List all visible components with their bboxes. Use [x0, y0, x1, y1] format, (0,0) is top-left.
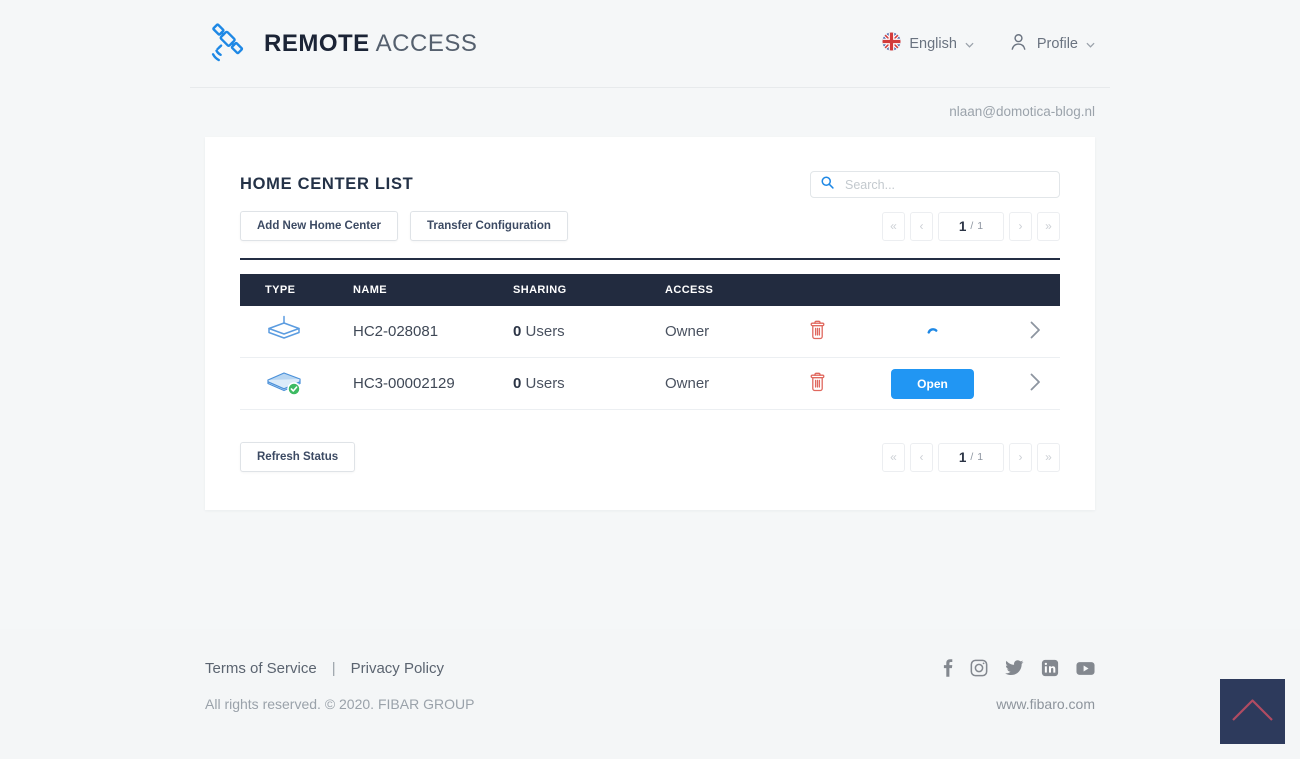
- privacy-policy-link[interactable]: Privacy Policy: [351, 660, 444, 677]
- search-input[interactable]: [843, 177, 1050, 193]
- access-role: Owner: [665, 375, 780, 392]
- device-name: HC3-00002129: [353, 375, 513, 392]
- pagination-current: 1 / 1: [938, 212, 1004, 241]
- trash-icon: [809, 372, 826, 395]
- logo-text-remote: REMOTE: [264, 30, 370, 57]
- chevron-right-icon: [1030, 373, 1041, 394]
- language-label: English: [909, 36, 957, 52]
- chevron-down-icon: [965, 36, 974, 52]
- pagination-current-page: 1: [959, 450, 967, 465]
- instagram-icon[interactable]: [970, 659, 988, 677]
- pagination-first-button[interactable]: «: [882, 212, 905, 241]
- terms-of-service-link[interactable]: Terms of Service: [205, 660, 317, 677]
- pagination-first-button[interactable]: «: [882, 443, 905, 472]
- open-button[interactable]: Open: [891, 369, 974, 399]
- remote-access-logo: REMOTEACCESS: [205, 18, 477, 69]
- logo-wordmark: REMOTEACCESS: [264, 30, 477, 58]
- pagination-total-pages: 1: [977, 451, 983, 463]
- footer-link-divider: |: [332, 660, 336, 677]
- fibaro-logo: [1220, 679, 1285, 744]
- sharing-label: Users: [526, 375, 565, 392]
- hc2-device-icon: [265, 315, 303, 349]
- row-details-button[interactable]: [1030, 373, 1041, 394]
- device-name: HC2-028081: [353, 323, 513, 340]
- pagination-bottom: « ‹ 1 / 1 › »: [882, 443, 1060, 472]
- sharing-count: 0: [513, 375, 521, 392]
- uk-flag-icon: [882, 32, 901, 55]
- pagination-prev-button[interactable]: ‹: [910, 443, 933, 472]
- table-row: HC2-028081 0 Users Owner: [240, 306, 1060, 358]
- table-header-row: TYPE NAME SHARING ACCESS: [240, 274, 1060, 306]
- facebook-icon[interactable]: [943, 659, 953, 677]
- satellite-icon: [205, 18, 251, 69]
- hc3-device-icon: [265, 367, 303, 401]
- add-home-center-button[interactable]: Add New Home Center: [240, 211, 398, 241]
- access-role: Owner: [665, 323, 780, 340]
- transfer-configuration-button[interactable]: Transfer Configuration: [410, 211, 568, 241]
- pagination-current-page: 1: [959, 219, 967, 234]
- trash-icon: [809, 320, 826, 343]
- profile-menu[interactable]: Profile: [1008, 31, 1095, 56]
- pagination-current: 1 / 1: [938, 443, 1004, 472]
- pagination-last-button[interactable]: »: [1037, 212, 1060, 241]
- delete-button[interactable]: [809, 372, 826, 395]
- column-header-type: TYPE: [240, 284, 353, 296]
- logo-text-access: ACCESS: [376, 30, 478, 57]
- home-center-table: TYPE NAME SHARING ACCESS HC2-028081 0: [240, 274, 1060, 410]
- twitter-icon[interactable]: [1005, 660, 1024, 676]
- chevron-down-icon: [1086, 36, 1095, 52]
- page-footer: Terms of Service | Privacy Policy: [0, 629, 1300, 759]
- pagination-last-button[interactable]: »: [1037, 443, 1060, 472]
- search-box[interactable]: [810, 171, 1060, 198]
- table-row: HC3-00002129 0 Users Owner: [240, 358, 1060, 410]
- search-icon: [820, 175, 835, 195]
- pagination-top: « ‹ 1 / 1 › »: [882, 212, 1060, 241]
- page-title: HOME CENTER LIST: [240, 175, 413, 194]
- youtube-icon[interactable]: [1076, 661, 1095, 676]
- fibaro-roof-icon: [1220, 677, 1285, 747]
- column-header-name: NAME: [353, 284, 513, 296]
- divider: [240, 258, 1060, 260]
- loading-spinner-icon: [925, 323, 940, 340]
- delete-button[interactable]: [809, 320, 826, 343]
- language-selector[interactable]: English: [882, 32, 974, 55]
- user-email: nlaan@domotica-blog.nl: [190, 88, 1110, 137]
- pagination-prev-button[interactable]: ‹: [910, 212, 933, 241]
- chevron-right-icon: [1030, 321, 1041, 342]
- pagination-next-button[interactable]: ›: [1009, 443, 1032, 472]
- sharing-count: 0: [513, 323, 521, 340]
- sharing-label: Users: [526, 323, 565, 340]
- column-header-access: ACCESS: [665, 284, 780, 296]
- profile-label: Profile: [1037, 36, 1078, 52]
- pagination-next-button[interactable]: ›: [1009, 212, 1032, 241]
- person-icon: [1008, 31, 1029, 56]
- linkedin-icon[interactable]: [1041, 659, 1059, 677]
- copyright-text: All rights reserved. © 2020. FIBAR GROUP: [205, 696, 474, 712]
- home-center-list-card: HOME CENTER LIST Add New Home Center Tra…: [205, 137, 1095, 510]
- refresh-status-button[interactable]: Refresh Status: [240, 442, 355, 472]
- row-details-button[interactable]: [1030, 321, 1041, 342]
- top-header: REMOTEACCESS E: [190, 0, 1110, 88]
- column-header-sharing: SHARING: [513, 284, 665, 296]
- pagination-total-pages: 1: [977, 220, 983, 232]
- fibaro-website-link[interactable]: www.fibaro.com: [996, 696, 1095, 712]
